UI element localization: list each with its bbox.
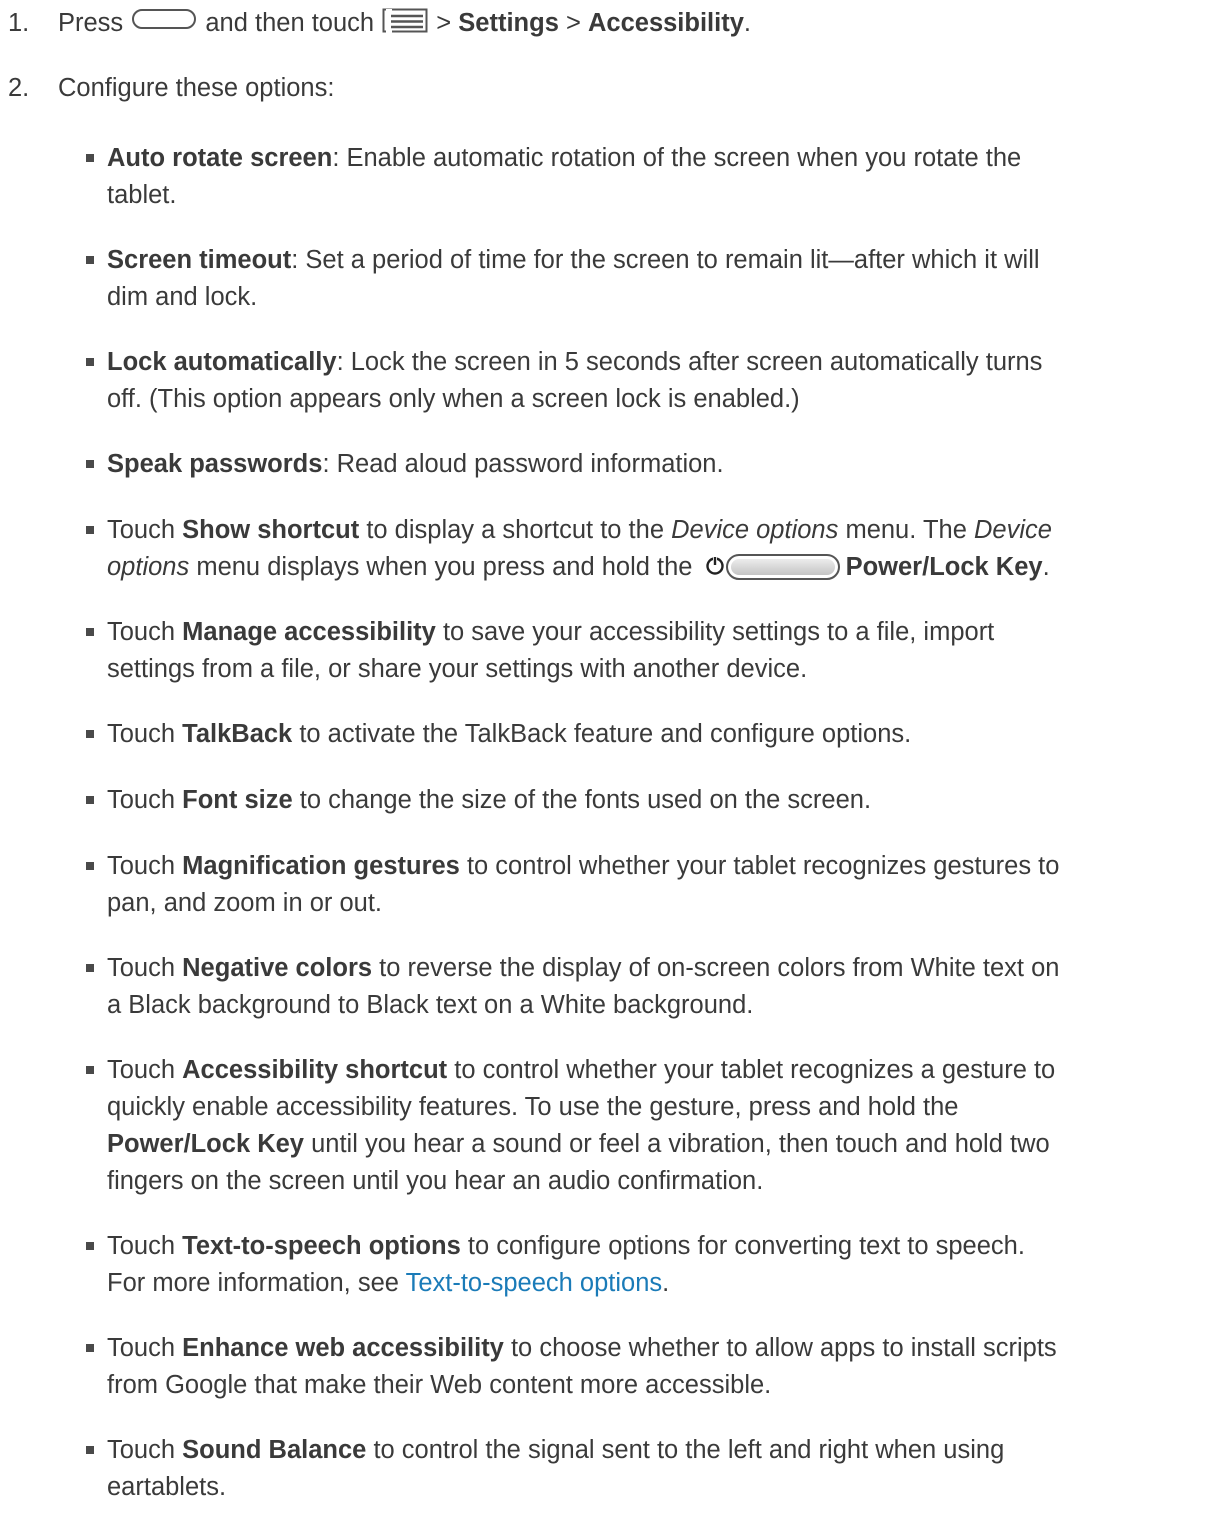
bullet [86,526,94,534]
bullet [86,628,94,636]
power-icon [704,550,726,587]
bullet [86,1446,94,1454]
step-text: Press and then touch > Settings > Access… [58,8,751,37]
bullet [86,1242,94,1250]
bullet [86,358,94,366]
bullet [86,1344,94,1352]
bullet [86,730,94,738]
bullet [86,460,94,468]
bullet [86,862,94,870]
step-number: 1. [8,9,30,37]
step-number: 2. [8,74,30,102]
bullet [86,256,94,264]
settings-label: Settings [458,9,559,37]
menu-icon [382,8,428,33]
home-button-icon [132,9,197,29]
bullet [86,796,94,804]
bullet [86,1066,94,1074]
step-text: Configure these options: [58,74,335,102]
power-button-icon [725,554,840,580]
bullet [86,154,94,162]
accessibility-label: Accessibility [587,9,744,37]
bullet [86,964,94,972]
text-to-speech-options-link[interactable]: Text-to-speech options [406,1269,663,1297]
